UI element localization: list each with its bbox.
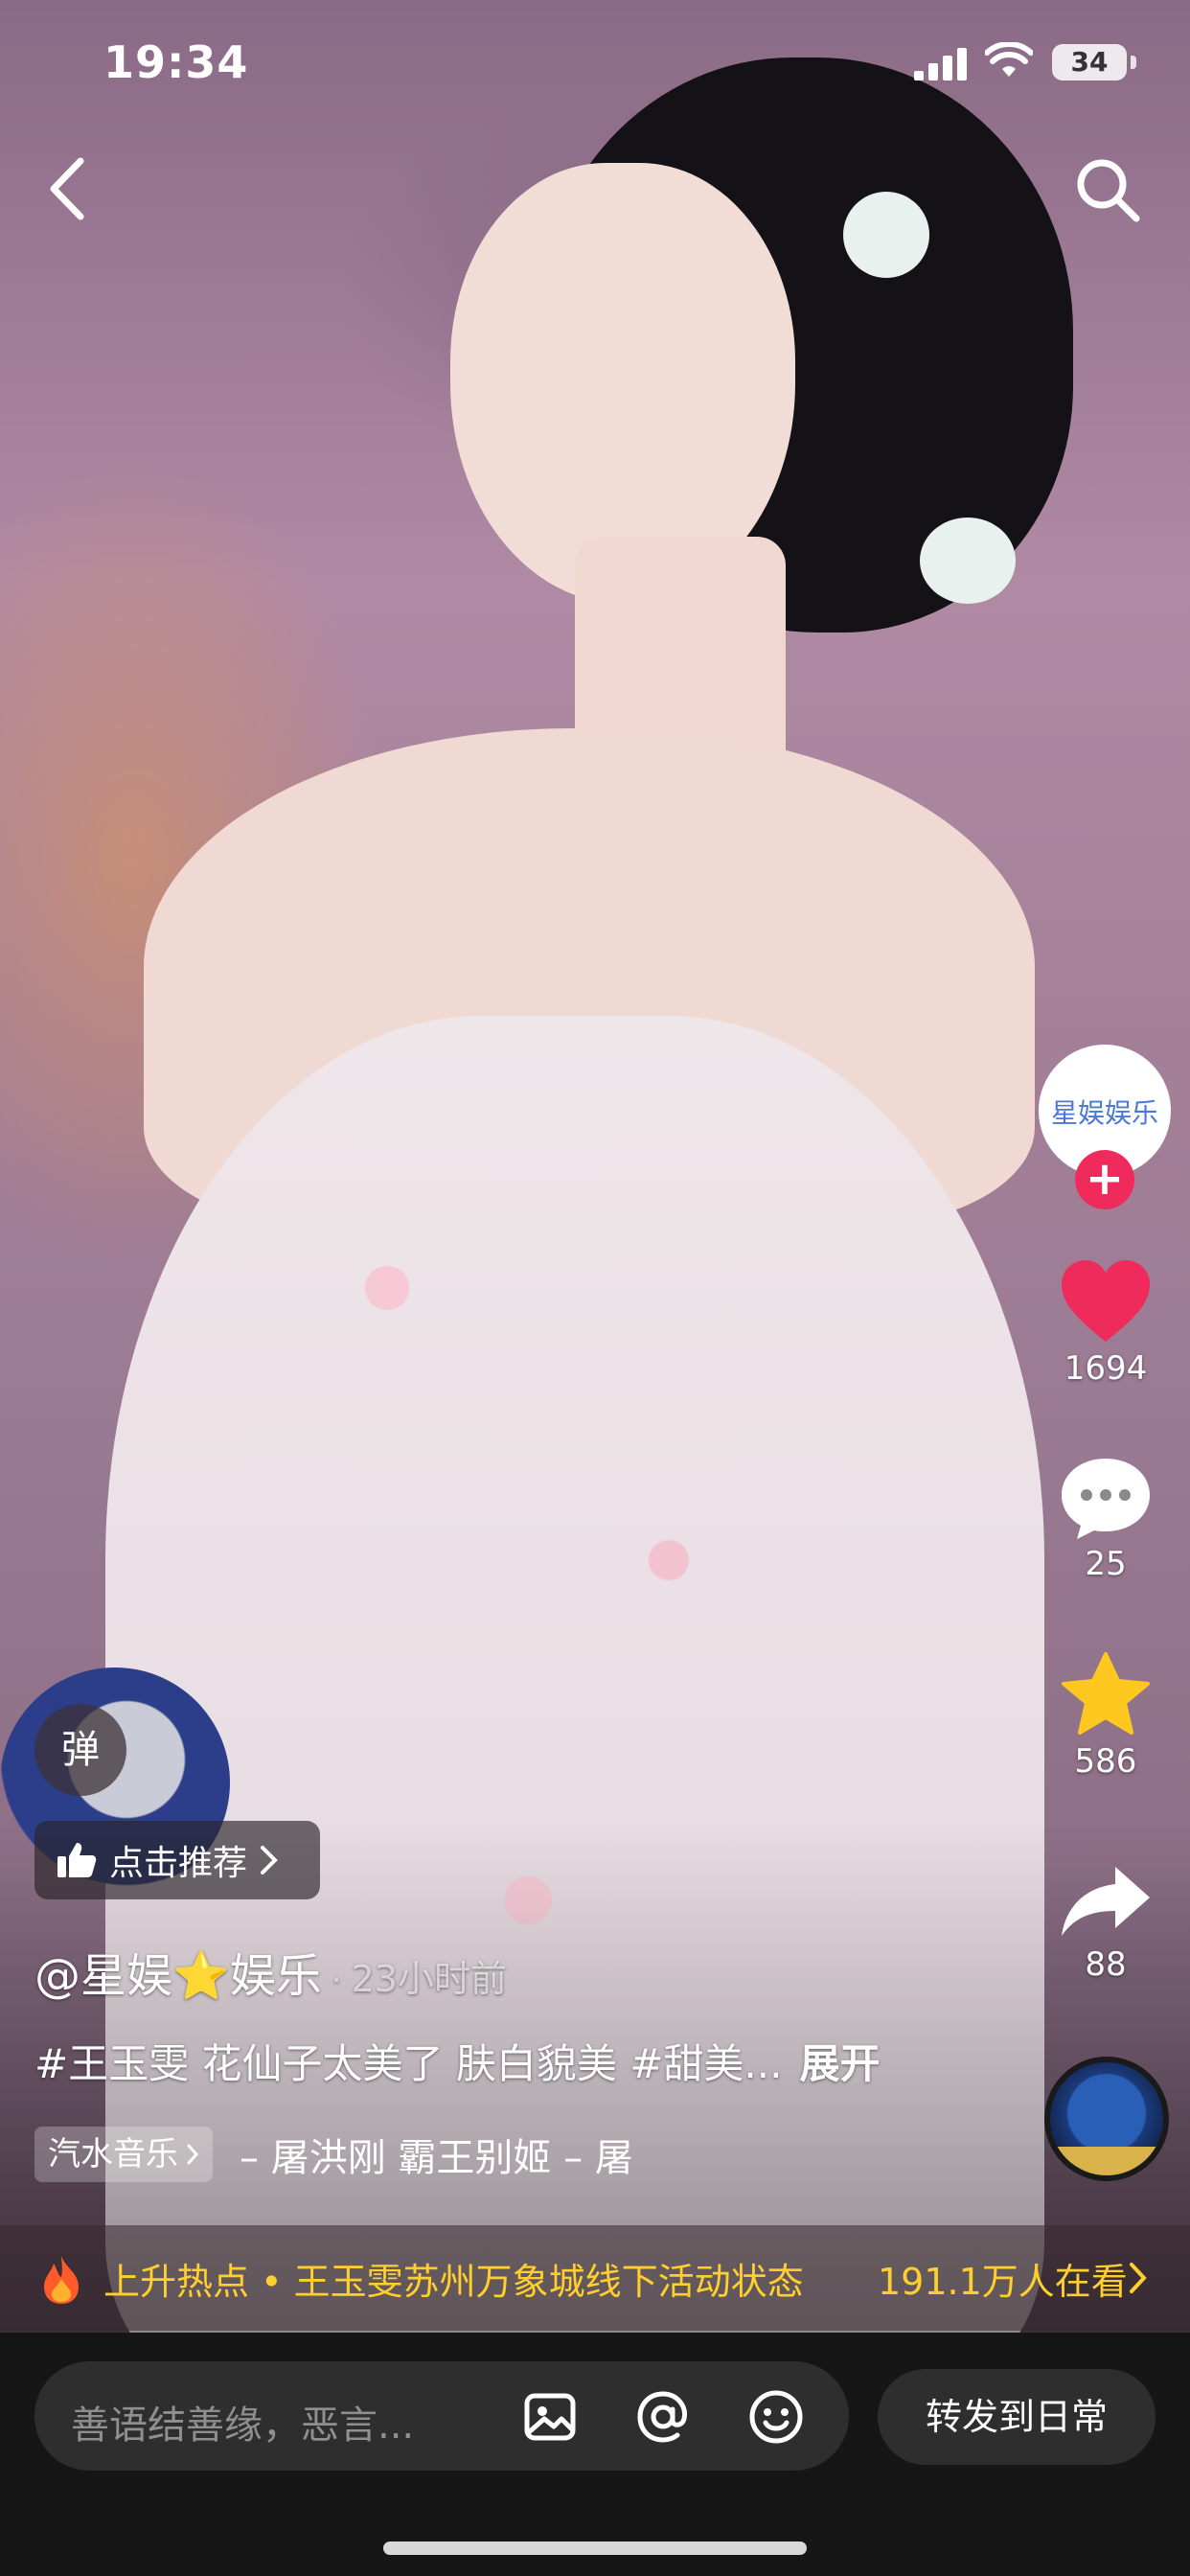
video-hair-flower bbox=[920, 518, 1016, 604]
cellular-signal-icon bbox=[914, 48, 967, 80]
comment-input[interactable]: 善语结善缘，恶言... bbox=[34, 2361, 849, 2471]
share-to-daily-button[interactable]: 转发到日常 bbox=[878, 2369, 1156, 2465]
recommend-label: 点击推荐 bbox=[109, 1844, 248, 1883]
music-source-tag[interactable]: 汽水音乐 bbox=[34, 2127, 213, 2182]
video-hair-flower bbox=[843, 192, 929, 278]
battery-icon: 34 bbox=[1052, 44, 1127, 80]
hot-topic-bar[interactable]: 上升热点 • 王玉雯苏州万象城线下活动状态 191.1万人在看 bbox=[0, 2225, 1190, 2331]
status-time: 19:34 bbox=[103, 36, 249, 88]
battery-level: 34 bbox=[1070, 46, 1109, 78]
comment-placeholder: 善语结善缘，恶言... bbox=[71, 2404, 415, 2448]
at-icon[interactable] bbox=[634, 2388, 692, 2446]
screen: 19:34 34 星娱娱乐 + 1694 25 586 88 弹 点击推荐 @星… bbox=[0, 0, 1190, 2576]
like-button[interactable]: 1694 bbox=[1048, 1257, 1163, 1388]
battery-tip bbox=[1131, 56, 1136, 69]
caption-text: #王玉雯 花仙子太美了 肤白貌美 #甜美... bbox=[34, 2040, 783, 2087]
chevron-right-icon bbox=[187, 2144, 199, 2165]
music-source-label: 汽水音乐 bbox=[48, 2135, 178, 2174]
post-caption[interactable]: #王玉雯 花仙子太美了 肤白貌美 #甜美... 展开 bbox=[34, 2032, 881, 2090]
share-arrow-icon bbox=[1062, 1867, 1150, 1936]
favorite-button[interactable]: 586 bbox=[1048, 1650, 1163, 1781]
music-disc-icon[interactable] bbox=[1044, 2057, 1169, 2181]
author-name-star: ⭐ bbox=[172, 1949, 230, 2003]
flame-icon bbox=[44, 2256, 79, 2304]
hot-topic-text: 上升热点 • 王玉雯苏州万象城线下活动状态 bbox=[103, 2261, 804, 2303]
bottom-bar: 善语结善缘，恶言... 转发到日常 bbox=[0, 2333, 1190, 2576]
search-icon[interactable] bbox=[1071, 153, 1144, 226]
plus-icon: + bbox=[1085, 1152, 1125, 1206]
image-icon[interactable] bbox=[521, 2388, 579, 2446]
chevron-right-icon bbox=[261, 1846, 278, 1874]
danmu-toggle-button[interactable]: 弹 bbox=[34, 1704, 126, 1796]
chevron-left-icon[interactable] bbox=[38, 153, 96, 224]
emoji-icon[interactable] bbox=[747, 2388, 805, 2446]
music-row[interactable]: 汽水音乐 – 屠洪刚 霸王别姬 – 屠 bbox=[34, 2126, 699, 2183]
recommend-button[interactable]: 点击推荐 bbox=[34, 1821, 320, 1899]
thumbs-up-icon bbox=[57, 1843, 97, 1877]
comment-bubble-icon bbox=[1062, 1459, 1150, 1539]
chevron-right-icon bbox=[1130, 2263, 1147, 2293]
wifi-icon bbox=[985, 42, 1033, 77]
home-indicator[interactable] bbox=[383, 2542, 807, 2555]
share-button[interactable]: 88 bbox=[1048, 1861, 1163, 1984]
comment-count: 25 bbox=[1085, 1545, 1127, 1583]
expand-link[interactable]: 展开 bbox=[800, 2040, 881, 2087]
author-name-suffix: 娱乐 bbox=[229, 1949, 322, 2003]
heart-icon bbox=[1062, 1260, 1150, 1342]
music-title: – 屠洪刚 霸王别姬 – 屠 bbox=[240, 2136, 633, 2180]
author-row[interactable]: @星娱⭐娱乐 · 23小时前 bbox=[34, 1938, 507, 2005]
hot-topic-viewers: 191.1万人在看 bbox=[878, 2261, 1128, 2303]
like-count: 1694 bbox=[1064, 1349, 1148, 1388]
share-count: 88 bbox=[1085, 1945, 1127, 1984]
post-time: 23小时前 bbox=[351, 1958, 507, 2000]
avatar-logo-text: 星娱娱乐 bbox=[1050, 1097, 1158, 1129]
star-icon bbox=[1062, 1652, 1150, 1735]
status-bar: 19:34 34 bbox=[0, 0, 1190, 125]
danmu-label: 弹 bbox=[61, 1728, 100, 1772]
author-separator: · bbox=[331, 1962, 342, 2000]
follow-button[interactable]: + bbox=[1075, 1150, 1134, 1209]
comment-button[interactable]: 25 bbox=[1048, 1453, 1163, 1583]
author-name-prefix: @星娱 bbox=[34, 1949, 173, 2003]
favorite-count: 586 bbox=[1074, 1742, 1137, 1781]
